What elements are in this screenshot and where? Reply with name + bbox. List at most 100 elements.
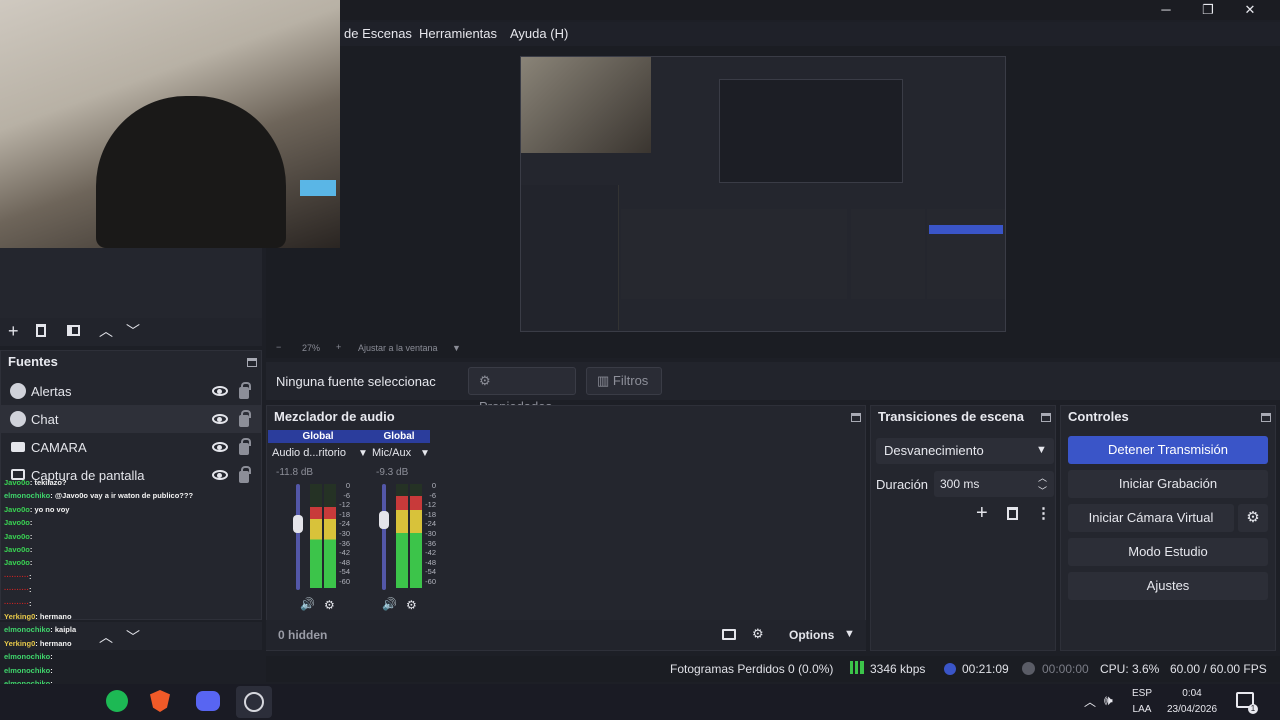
zoom-in-button[interactable]: +: [336, 342, 341, 352]
dock-float-icon[interactable]: [1041, 413, 1051, 422]
clock-time[interactable]: 0:04: [1162, 688, 1222, 699]
move-down-icon[interactable]: ﹀: [126, 627, 140, 647]
filter-icon: ▥: [597, 373, 613, 388]
source-item-camara[interactable]: CAMARA: [0, 433, 262, 461]
visibility-eye-icon[interactable]: [212, 442, 228, 452]
add-transition-icon[interactable]: +: [976, 502, 988, 525]
lock-icon[interactable]: [239, 438, 251, 455]
channel-name[interactable]: Mic/Aux: [372, 447, 411, 459]
properties-button[interactable]: ⚙ Propiedades: [468, 367, 576, 414]
trash-icon[interactable]: [36, 324, 46, 337]
lock-icon[interactable]: [239, 382, 251, 399]
channel-tag: Global: [268, 430, 368, 443]
dock-float-icon[interactable]: [247, 358, 257, 367]
dropped-frames: Fotogramas Perdidos 0 (0.0%): [670, 662, 834, 676]
start-recording-button[interactable]: Iniciar Grabación: [1068, 470, 1268, 498]
gear-icon[interactable]: ⚙: [1238, 504, 1268, 532]
keyboard-layout[interactable]: LAA: [1128, 704, 1156, 715]
volume-fader-knob[interactable]: [293, 515, 303, 534]
volume-fader-track[interactable]: [382, 484, 386, 590]
record-icon: [1022, 662, 1035, 675]
move-up-icon[interactable]: ︿: [99, 627, 113, 647]
chat-text: : @Javo0o vay a ir waton de publico???: [50, 491, 194, 501]
chat-text: : yo no voy: [29, 504, 70, 514]
chat-text: :: [28, 585, 32, 595]
source-label: Alertas: [31, 384, 72, 399]
channel-name[interactable]: Audio d...ritorio: [272, 447, 346, 459]
start-virtual-camera-button[interactable]: Iniciar Cámara Virtual: [1068, 504, 1234, 532]
volume-fader-track[interactable]: [296, 484, 300, 590]
filters-button[interactable]: ▥ Filtros: [586, 367, 662, 395]
audio-settings-icon[interactable]: ⚙: [324, 598, 335, 612]
network-bars-icon: [850, 661, 864, 674]
chat-message: Javo0o:: [4, 518, 32, 527]
duration-input[interactable]: 300 ms ︿ ﹀: [934, 471, 1054, 497]
chat-message: elmonochiko:: [4, 666, 53, 675]
preview-canvas[interactable]: [520, 56, 1006, 332]
move-down-icon[interactable]: ﹀: [126, 321, 140, 341]
zoom-out-button[interactable]: −: [276, 342, 281, 352]
source-item-chat[interactable]: Chat: [0, 405, 262, 433]
chat-username: Javo0o: [4, 504, 30, 514]
minimize-button[interactable]: ─: [1146, 0, 1186, 20]
maximize-button[interactable]: ❐: [1188, 0, 1228, 20]
source-label: CAMARA: [31, 440, 87, 455]
scene-filter-icon[interactable]: [67, 325, 80, 336]
dock-float-icon[interactable]: [851, 413, 861, 422]
nested-mixer-image: [621, 209, 847, 299]
lock-icon[interactable]: [239, 466, 251, 483]
speaker-icon[interactable]: 🔊: [300, 597, 315, 611]
speaker-icon[interactable]: 🔊: [382, 597, 397, 611]
globe-icon: [10, 411, 26, 427]
chat-text: :: [29, 545, 33, 554]
discord-icon[interactable]: [196, 691, 220, 711]
scenes-list[interactable]: [0, 248, 262, 318]
chat-message: Javo0o:: [4, 532, 32, 541]
audio-settings-icon[interactable]: ⚙: [406, 598, 417, 612]
chat-message: ··········:: [4, 585, 31, 594]
db-scale: 0 -6 -12 -18 -24 -30 -36 -42 -48 -54 -60: [330, 482, 350, 588]
chevron-down-icon[interactable]: ▼: [358, 448, 368, 459]
chevron-down-icon[interactable]: ▼: [420, 448, 430, 459]
stop-streaming-button[interactable]: Detener Transmisión: [1068, 436, 1268, 464]
studio-mode-button[interactable]: Modo Estudio: [1068, 538, 1268, 566]
tray-chevron-up-icon[interactable]: ︿: [1084, 693, 1096, 710]
options-dropdown-icon[interactable]: ▼: [844, 628, 855, 640]
advanced-audio-icon[interactable]: ⚙: [752, 626, 764, 642]
spin-up-icon[interactable]: ︿: [1038, 471, 1047, 484]
more-options-icon[interactable]: ⋮: [1036, 504, 1051, 522]
chat-message: Javo0o: yo no voy: [4, 505, 69, 514]
lock-icon[interactable]: [239, 410, 251, 427]
chat-username: ··········: [4, 598, 29, 608]
chat-message: elmonochiko:: [4, 652, 53, 661]
volume-fader-knob[interactable]: [379, 511, 389, 530]
level-meter: [396, 484, 408, 588]
add-scene-icon[interactable]: +: [8, 321, 19, 342]
volume-icon[interactable]: 🕪: [1104, 692, 1113, 709]
fit-dropdown-icon[interactable]: ▼: [452, 343, 461, 353]
visibility-eye-icon[interactable]: [212, 386, 228, 396]
source-item-alertas[interactable]: Alertas: [0, 377, 262, 405]
db-scale-tick: -60: [425, 576, 436, 586]
transition-select[interactable]: Desvanecimiento ▼: [876, 438, 1054, 464]
move-up-icon[interactable]: ︿: [99, 321, 113, 341]
spotify-icon[interactable]: [106, 690, 128, 712]
spin-down-icon[interactable]: ﹀: [1038, 484, 1047, 497]
layout-icon[interactable]: [722, 629, 736, 640]
taskbar-active-app[interactable]: [236, 686, 272, 718]
menu-scenes[interactable]: de Escenas: [344, 26, 412, 41]
menu-help[interactable]: Ayuda (H): [510, 26, 568, 41]
clock-date[interactable]: 23/04/2026: [1162, 704, 1222, 715]
record-time: 00:00:00: [1042, 662, 1089, 676]
input-language[interactable]: ESP: [1128, 688, 1156, 699]
dock-float-icon[interactable]: [1261, 413, 1271, 422]
visibility-eye-icon[interactable]: [212, 470, 228, 480]
fit-window-label[interactable]: Ajustar a la ventana: [358, 343, 438, 353]
settings-button[interactable]: Ajustes: [1068, 572, 1268, 600]
menu-tools[interactable]: Herramientas: [419, 26, 497, 41]
trash-icon[interactable]: [1007, 507, 1018, 520]
close-button[interactable]: ✕: [1230, 0, 1270, 20]
visibility-eye-icon[interactable]: [212, 414, 228, 424]
bitrate: 3346 kbps: [870, 662, 926, 676]
options-button[interactable]: Options: [789, 628, 834, 642]
